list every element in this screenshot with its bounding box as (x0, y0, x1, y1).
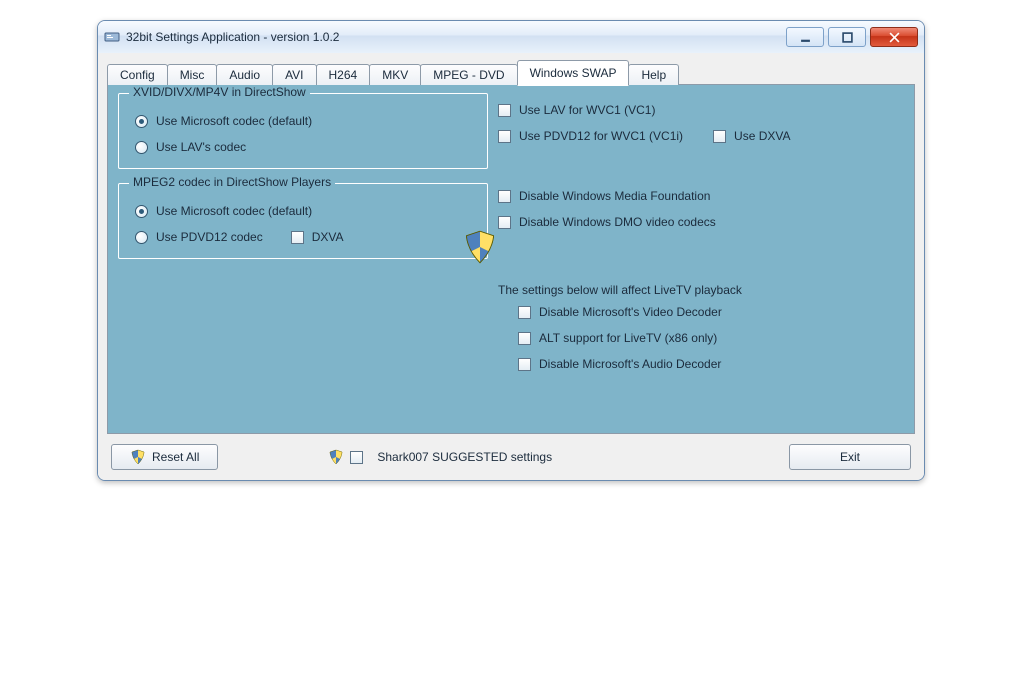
radio-xvid-lav[interactable]: Use LAV's codec (135, 140, 475, 154)
checkbox-icon (518, 332, 531, 345)
checkbox-disable-vdec[interactable]: Disable Microsoft's Video Decoder (518, 305, 904, 319)
checkbox-label: Disable Windows DMO video codecs (519, 215, 716, 229)
checkbox-lav-wvc1[interactable]: Use LAV for WVC1 (VC1) (498, 103, 904, 117)
tab-strip: Config Misc Audio AVI H264 MKV MPEG - DV… (107, 59, 915, 85)
titlebar[interactable]: 32bit Settings Application - version 1.0… (98, 21, 924, 53)
group-xvid: XVID/DIVX/MP4V in DirectShow Use Microso… (118, 93, 488, 169)
minimize-button[interactable] (786, 27, 824, 47)
window-title: 32bit Settings Application - version 1.0… (126, 30, 786, 44)
checkbox-label: Use DXVA (734, 129, 790, 143)
tab-config[interactable]: Config (107, 64, 168, 85)
right-column: Use LAV for WVC1 (VC1) Use PDVD12 for WV… (498, 95, 904, 383)
checkbox-label: DXVA (312, 230, 344, 244)
radio-mpeg2-pdvd[interactable]: Use PDVD12 codec DXVA (135, 230, 475, 244)
group-mpeg2: MPEG2 codec in DirectShow Players Use Mi… (118, 183, 488, 259)
checkbox-disable-dmo[interactable]: Disable Windows DMO video codecs (498, 215, 904, 229)
checkbox-label: Use PDVD12 for WVC1 (VC1i) (519, 129, 683, 143)
tab-mpeg-dvd[interactable]: MPEG - DVD (420, 64, 517, 85)
checkbox-label: Use LAV for WVC1 (VC1) (519, 103, 655, 117)
checkbox-icon (518, 358, 531, 371)
bottom-bar: Reset All Shark007 SUGGESTED settings Ex… (107, 434, 915, 470)
checkbox-label: ALT support for LiveTV (x86 only) (539, 331, 717, 345)
tab-audio[interactable]: Audio (216, 64, 273, 85)
tab-body: XVID/DIVX/MP4V in DirectShow Use Microso… (107, 84, 915, 434)
shield-icon (328, 449, 344, 465)
button-label: Reset All (152, 450, 199, 464)
group-mpeg2-legend: MPEG2 codec in DirectShow Players (129, 175, 335, 189)
checkbox-pdvd-wvc1[interactable]: Use PDVD12 for WVC1 (VC1i) (498, 129, 683, 143)
checkbox-alt-livetv[interactable]: ALT support for LiveTV (x86 only) (518, 331, 904, 345)
shield-icon (462, 229, 498, 265)
app-window: 32bit Settings Application - version 1.0… (97, 20, 925, 481)
exit-button[interactable]: Exit (789, 444, 911, 470)
livetv-info-text: The settings below will affect LiveTV pl… (498, 283, 904, 297)
radio-label: Use PDVD12 codec (156, 230, 263, 244)
radio-label: Use Microsoft codec (default) (156, 114, 312, 128)
tab-h264[interactable]: H264 (316, 64, 371, 85)
tab-misc[interactable]: Misc (167, 64, 218, 85)
radio-icon (135, 141, 148, 154)
radio-icon (135, 205, 148, 218)
checkbox-label: Disable Windows Media Foundation (519, 189, 710, 203)
client-area: Config Misc Audio AVI H264 MKV MPEG - DV… (98, 53, 924, 480)
checkbox-icon (291, 231, 304, 244)
checkbox-dxva[interactable]: DXVA (291, 230, 344, 244)
reset-all-button[interactable]: Reset All (111, 444, 218, 470)
group-xvid-legend: XVID/DIVX/MP4V in DirectShow (129, 85, 310, 99)
tab-avi[interactable]: AVI (272, 64, 316, 85)
close-button[interactable] (870, 27, 918, 47)
radio-icon (135, 231, 148, 244)
shield-row (498, 235, 904, 265)
checkbox-icon (713, 130, 726, 143)
checkbox-label: Shark007 SUGGESTED settings (377, 450, 552, 464)
suggested-settings[interactable]: Shark007 SUGGESTED settings (328, 449, 552, 465)
radio-xvid-ms[interactable]: Use Microsoft codec (default) (135, 114, 475, 128)
maximize-button[interactable] (828, 27, 866, 47)
checkbox-icon (498, 130, 511, 143)
radio-mpeg2-ms[interactable]: Use Microsoft codec (default) (135, 204, 475, 218)
app-icon (104, 29, 120, 45)
tab-mkv[interactable]: MKV (369, 64, 421, 85)
button-label: Exit (840, 450, 860, 464)
checkbox-label: Disable Microsoft's Audio Decoder (539, 357, 721, 371)
tab-help[interactable]: Help (628, 64, 679, 85)
radio-icon (135, 115, 148, 128)
left-column: XVID/DIVX/MP4V in DirectShow Use Microso… (118, 93, 488, 273)
checkbox-use-dxva[interactable]: Use DXVA (713, 129, 790, 143)
checkbox-icon (498, 216, 511, 229)
tab-windows-swap[interactable]: Windows SWAP (517, 60, 630, 86)
radio-label: Use Microsoft codec (default) (156, 204, 312, 218)
checkbox-icon (518, 306, 531, 319)
window-buttons (786, 27, 918, 47)
shield-icon (130, 449, 146, 465)
checkbox-icon (498, 104, 511, 117)
checkbox-icon (498, 190, 511, 203)
checkbox-icon (350, 451, 363, 464)
radio-label: Use LAV's codec (156, 140, 246, 154)
checkbox-label: Disable Microsoft's Video Decoder (539, 305, 722, 319)
checkbox-disable-wmf[interactable]: Disable Windows Media Foundation (498, 189, 904, 203)
checkbox-disable-adec[interactable]: Disable Microsoft's Audio Decoder (518, 357, 904, 371)
